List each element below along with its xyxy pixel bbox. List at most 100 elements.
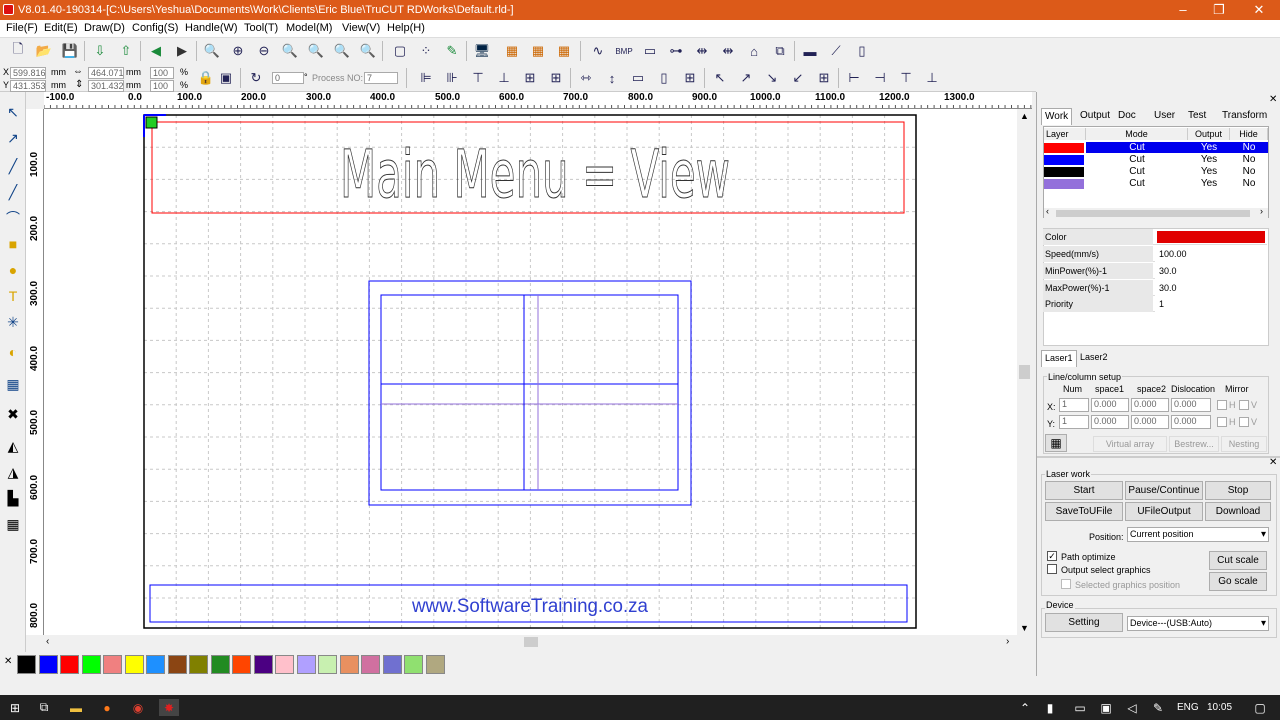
zoom-select-icon[interactable]: 🔍 [202,41,222,61]
scroll-left-icon[interactable]: ‹ [46,636,49,647]
curve-icon[interactable]: ⌒ [3,208,23,228]
rectangle-icon[interactable]: ▭ [640,41,660,61]
ruler-icon[interactable]: ▯ [852,41,872,61]
dist-h-icon[interactable]: ▯ [654,68,674,88]
pan-zoom-icon[interactable]: 🔍 [358,41,378,61]
dist-bottom-icon[interactable]: ⊥ [922,68,942,88]
process-no-field[interactable]: 7 [364,72,398,84]
menu-draw[interactable]: Draw(D) [84,22,125,34]
align-bottom-icon[interactable]: ⊥ [494,68,514,88]
dist-top-icon[interactable]: ⊤ [896,68,916,88]
x-mirror-h-check[interactable] [1217,400,1227,410]
move-topleft-icon[interactable]: ↖ [710,68,730,88]
prop-maxpower-value[interactable]: 30.0 [1155,280,1267,296]
color-swatch[interactable] [404,655,423,674]
image-icon[interactable]: ◐ [3,342,23,362]
color-swatch[interactable] [167,655,187,674]
tab-work[interactable]: Work [1041,108,1073,125]
x-space2-field[interactable]: 0.000 [1131,398,1169,412]
horizontal-scrollbar[interactable]: ‹ › [44,635,1017,649]
x-dislocation-field[interactable]: 0.000 [1171,398,1211,412]
layer-row[interactable]: Cut Yes No [1043,166,1267,178]
color-swatch[interactable] [38,655,58,674]
color-swatch[interactable] [361,655,380,674]
device-setting-button[interactable]: Setting [1045,613,1123,632]
footer-url-text[interactable]: www.SoftwareTraining.co.za [411,596,648,617]
layer-output[interactable]: Yes [1188,142,1230,153]
tab-laser2[interactable]: Laser2 [1077,350,1111,367]
tab-output[interactable]: Output [1077,108,1113,125]
array-layout-button[interactable]: ▦ [1045,434,1067,452]
layer-row[interactable]: Cut Yes No [1043,154,1267,166]
layer-hide[interactable]: No [1230,142,1268,153]
curve-smooth-icon[interactable]: ∿ [588,41,608,61]
layer-output[interactable]: Yes [1188,166,1230,177]
tab-laser1[interactable]: Laser1 [1041,350,1077,367]
align-top-icon[interactable]: ⊤ [468,68,488,88]
layer-hide[interactable]: No [1230,154,1268,165]
y-mirror-v-check[interactable] [1239,417,1249,427]
scroll-h-thumb[interactable] [524,637,538,647]
layer-hide[interactable]: No [1230,178,1268,189]
color-swatch[interactable] [60,655,79,674]
color-swatch[interactable] [382,655,402,674]
design-canvas[interactable]: Main Menu = View www.SoftwareTraining.co… [44,109,1017,635]
polyline-icon[interactable]: ╱ [3,182,23,202]
center-page-icon[interactable]: ⊞ [680,68,700,88]
align-left-icon[interactable]: ⊫ [416,68,436,88]
layer-row[interactable]: Cut Yes No [1043,178,1267,190]
layer-output[interactable]: Yes [1188,178,1230,189]
monitor-icon[interactable]: 🖥 [472,41,492,61]
height-field[interactable]: 301.432 [88,80,124,92]
point-icon[interactable]: ✳ [3,312,23,332]
lock-icon[interactable]: ▙ [3,488,23,508]
select-arrow-icon[interactable]: ↖ [3,102,23,122]
layer-hide[interactable]: No [1230,166,1268,177]
scroll-up-icon[interactable]: ▲ [1020,111,1029,121]
move-topright-icon[interactable]: ↗ [736,68,756,88]
delete-icon[interactable]: ✖ [3,404,23,424]
save-icon[interactable]: 💾 [60,41,80,61]
cut-scale-button[interactable]: Cut scale [1209,551,1267,570]
rectangle-icon[interactable]: ■ [3,234,23,254]
new-file-icon[interactable]: 🗋 [8,41,28,61]
start-button[interactable]: Start [1045,481,1123,500]
rotate-icon[interactable]: ↻ [246,68,266,88]
zoom-out-icon[interactable]: ⊖ [254,41,274,61]
chrome-icon[interactable]: ◉ [128,699,148,716]
zoom-data-icon[interactable]: 🔍 [332,41,352,61]
language-indicator[interactable]: ENG [1177,702,1199,713]
scroll-right-icon[interactable]: › [1006,636,1009,647]
save-to-ufile-button[interactable]: SaveToUFile [1045,502,1123,521]
menu-handle[interactable]: Handle(W) [185,22,238,34]
y-dislocation-field[interactable]: 0.000 [1171,415,1211,429]
zoom-fit-icon[interactable]: 🔍 [306,41,326,61]
inner-frame[interactable] [380,294,679,491]
menu-tool[interactable]: Tool(T) [244,22,278,34]
menu-view[interactable]: View(V) [342,22,380,34]
color-swatch[interactable] [210,655,230,674]
y-num-field[interactable]: 1 [1059,415,1089,429]
text-icon[interactable]: T [3,286,23,306]
x-position-field[interactable]: 599.816 [10,67,46,79]
prop-color-swatch[interactable] [1157,231,1265,243]
vertical-scrollbar[interactable]: ▲ ▼ [1017,109,1032,635]
windows-start-icon[interactable]: ⊞ [5,699,25,716]
path-optimize-checkbox[interactable]: ✓ [1047,551,1057,561]
battery-icon[interactable]: ▭ [1070,699,1090,716]
apply-size-icon[interactable]: ▣ [216,68,236,88]
color-swatch[interactable] [146,655,165,674]
layer-mode[interactable]: Cut [1086,178,1188,189]
close-laserwork-icon[interactable]: ✕ [1269,457,1277,468]
width-icon[interactable]: ⇹ [692,41,712,61]
color-swatch[interactable] [124,655,144,674]
layer-output[interactable]: Yes [1188,154,1230,165]
selected-position-checkbox[interactable] [1061,579,1071,589]
export-icon[interactable]: ⇧ [116,41,136,61]
show-hidden-icon[interactable]: ⌃ [1015,699,1035,716]
array-icon[interactable]: ▦ [502,41,522,61]
same-size-icon[interactable]: ▭ [628,68,648,88]
position-select[interactable]: Current position [1127,527,1269,542]
color-swatch[interactable] [275,655,294,674]
usb-icon[interactable]: ▮ [1040,699,1060,716]
